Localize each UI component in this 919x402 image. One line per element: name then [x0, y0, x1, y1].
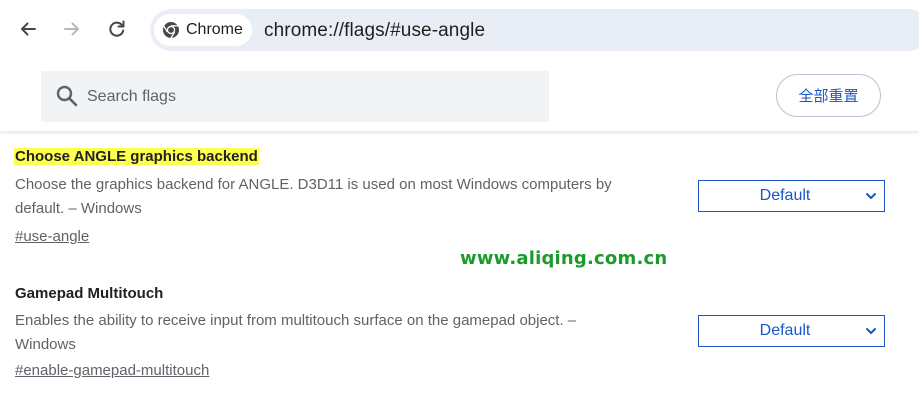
experiment-select[interactable]: Default [698, 315, 885, 347]
reload-icon [109, 20, 125, 37]
reload-button[interactable] [101, 13, 133, 45]
url-text[interactable]: chrome://flags/#use-angle [264, 20, 485, 42]
experiment-title: Gamepad Multitouch [15, 285, 164, 302]
select-value: Default [759, 187, 811, 204]
chevron-down-icon [866, 193, 876, 199]
experiment-link[interactable]: #use-angle [15, 228, 89, 245]
experiment-description: Choose the graphics backend for ANGLE. D… [15, 176, 612, 217]
forward-arrow-icon [64, 22, 79, 36]
experiment-link[interactable]: #enable-gamepad-multitouch [15, 362, 209, 379]
search-box[interactable] [41, 71, 549, 122]
site-info-chip[interactable]: Chrome [154, 14, 252, 46]
flags-header: 全部重置 [0, 61, 919, 131]
page: Chrome chrome://flags/#use-angle 全部重置 Ch… [0, 0, 919, 402]
experiment-select[interactable]: Default [698, 180, 885, 212]
experiment-title: Choose ANGLE graphics backend [14, 148, 259, 165]
reset-all-button[interactable]: 全部重置 [776, 74, 881, 117]
browser-toolbar: Chrome chrome://flags/#use-angle [0, 0, 919, 62]
back-arrow-icon [21, 22, 36, 36]
experiment-use-angle: Choose ANGLE graphics backend Choose the… [14, 148, 905, 248]
experiment-gamepad-multitouch: Gamepad Multitouch Enables the ability t… [15, 285, 905, 385]
search-input[interactable] [87, 71, 527, 122]
chevron-down-icon [866, 328, 876, 334]
chip-label: Chrome [186, 21, 243, 38]
watermark: www.aliqing.com.cn [460, 248, 668, 269]
back-button[interactable] [12, 13, 44, 45]
forward-button[interactable] [56, 13, 88, 45]
address-bar[interactable]: Chrome chrome://flags/#use-angle [150, 9, 919, 51]
search-icon [56, 85, 78, 107]
select-value: Default [759, 322, 811, 339]
chrome-logo-icon [163, 22, 179, 39]
experiment-description: Enables the ability to receive input fro… [15, 312, 577, 353]
